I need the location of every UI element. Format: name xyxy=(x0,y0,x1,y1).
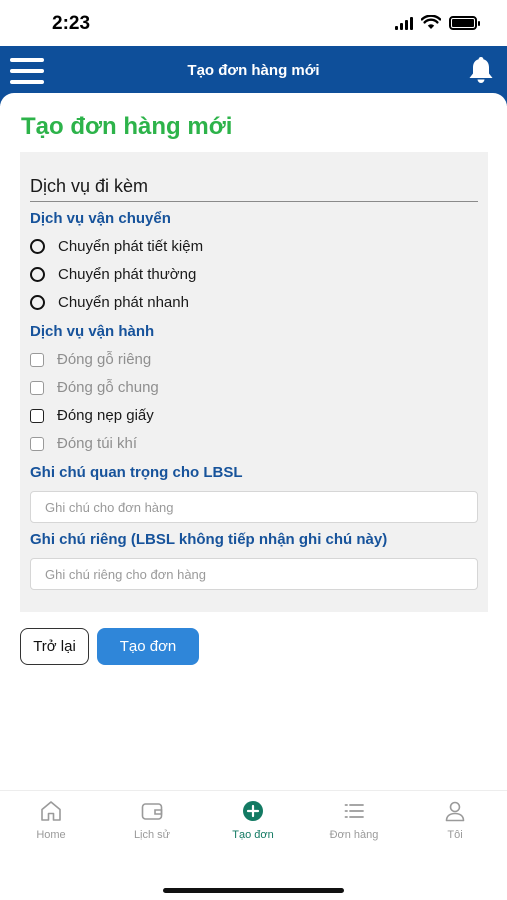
option-label: Chuyển phát thường xyxy=(58,266,197,283)
create-order-button[interactable]: Tạo đơn xyxy=(97,628,199,665)
checkbox[interactable] xyxy=(30,352,44,367)
home-indicator xyxy=(163,888,344,893)
plus-circle-icon xyxy=(243,801,263,821)
section-divider xyxy=(30,201,478,202)
operation-option-shared-crate[interactable]: Đóng gỗ chung xyxy=(30,379,159,396)
important-note-input[interactable] xyxy=(30,491,478,523)
tab-orders[interactable]: Đơn hàng xyxy=(304,799,404,841)
tab-label: Tôi xyxy=(447,829,463,841)
bottom-tab-bar: Home Lịch sử Tạo đơn Đơn hàng Tôi xyxy=(0,790,507,900)
back-button[interactable]: Trở lại xyxy=(20,628,89,665)
shipping-option-standard[interactable]: Chuyển phát thường xyxy=(30,266,196,283)
shipping-option-economy[interactable]: Chuyển phát tiết kiệm xyxy=(30,238,203,255)
option-label: Chuyển phát tiết kiệm xyxy=(58,238,204,255)
page-title: Tạo đơn hàng mới xyxy=(21,113,233,140)
tab-label: Đơn hàng xyxy=(329,829,379,841)
operation-option-paper-strip[interactable]: Đóng nẹp giấy xyxy=(30,407,154,424)
home-icon xyxy=(41,801,61,821)
wallet-icon xyxy=(141,803,163,820)
status-bar: 2:23 xyxy=(0,0,507,46)
tab-history[interactable]: Lịch sử xyxy=(102,799,202,841)
cellular-signal-icon xyxy=(395,16,413,30)
form-card: Dịch vụ đi kèm Dịch vụ vận chuyển Chuyển… xyxy=(20,152,488,612)
option-label: Đóng túi khí xyxy=(57,435,138,452)
operation-option-air-bag[interactable]: Đóng túi khí xyxy=(30,435,137,452)
status-icons xyxy=(395,15,480,30)
wifi-icon xyxy=(421,15,441,29)
status-time: 2:23 xyxy=(52,13,91,34)
tab-label: Home xyxy=(36,829,66,841)
checkbox[interactable] xyxy=(30,436,44,451)
option-label: Chuyển phát nhanh xyxy=(58,294,189,311)
bell-icon[interactable] xyxy=(465,54,497,86)
battery-icon xyxy=(449,15,480,30)
tab-home[interactable]: Home xyxy=(1,799,101,841)
option-label: Đóng nẹp giấy xyxy=(57,407,154,424)
radio-button[interactable] xyxy=(30,295,45,310)
operation-service-label: Dịch vụ vận hành xyxy=(30,323,155,340)
option-label: Đóng gỗ riêng xyxy=(57,351,152,368)
operation-option-private-crate[interactable]: Đóng gỗ riêng xyxy=(30,351,151,368)
checkbox[interactable] xyxy=(30,408,44,423)
shipping-option-express[interactable]: Chuyển phát nhanh xyxy=(30,294,189,311)
important-note-label: Ghi chú quan trọng cho LBSL xyxy=(30,464,243,481)
main-content: Tạo đơn hàng mới Dịch vụ đi kèm Dịch vụ … xyxy=(0,93,507,790)
tab-profile[interactable]: Tôi xyxy=(405,799,505,841)
user-icon xyxy=(445,801,465,822)
tab-create-order[interactable]: Tạo đơn xyxy=(203,799,303,841)
section-title: Dịch vụ đi kèm xyxy=(30,176,149,196)
header-title: Tạo đơn hàng mới xyxy=(187,62,320,79)
radio-button[interactable] xyxy=(30,239,45,254)
tab-label: Lịch sử xyxy=(133,829,171,841)
shipping-service-label: Dịch vụ vận chuyển xyxy=(30,210,171,227)
radio-button[interactable] xyxy=(30,267,45,282)
private-note-label: Ghi chú riêng (LBSL không tiếp nhận ghi … xyxy=(30,531,388,548)
checkbox[interactable] xyxy=(30,380,44,395)
private-note-input[interactable] xyxy=(30,558,478,590)
tab-label: Tạo đơn xyxy=(232,829,274,841)
option-label: Đóng gỗ chung xyxy=(57,379,159,396)
list-icon xyxy=(344,804,364,818)
